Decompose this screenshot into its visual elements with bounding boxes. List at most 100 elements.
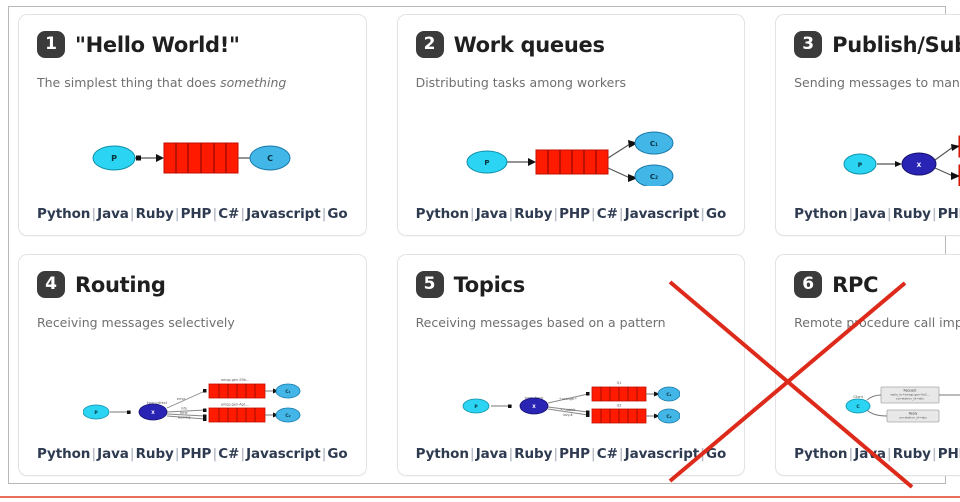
card-title: Routing (75, 272, 166, 297)
language-link-java[interactable]: Java (97, 206, 129, 222)
language-link-javascript[interactable]: Javascript (625, 446, 700, 462)
language-link-python[interactable]: Python (37, 206, 90, 222)
card-title: RPC (832, 272, 879, 297)
card-number-badge: 5 (415, 271, 444, 298)
language-link-csharp[interactable]: C# (597, 446, 618, 462)
language-link-ruby[interactable]: Ruby (893, 206, 931, 222)
bottom-accent-rule (0, 496, 960, 498)
language-link-php[interactable]: PHP (938, 446, 960, 462)
language-link-python[interactable]: Python (416, 206, 469, 222)
language-link-php[interactable]: PHP (559, 206, 590, 222)
language-link-javascript[interactable]: Javascript (246, 446, 321, 462)
tutorial-card-1[interactable]: 1 "Hello World!" The simplest thing that… (18, 14, 367, 236)
card-title: Publish/Subscribe (832, 32, 960, 57)
language-links: Python|Java|Ruby|PHP|C#|Javascript|Go (37, 444, 348, 465)
svg-text:Client: Client (853, 395, 863, 399)
language-link-python[interactable]: Python (794, 446, 847, 462)
svg-text:X: X (152, 410, 156, 416)
language-link-java[interactable]: Java (854, 446, 886, 462)
separator: | (700, 206, 705, 223)
language-links: Python|Java|Ruby|PHP|C#|Javascript|Go (416, 444, 727, 465)
tutorial-card-5[interactable]: 5 Topics Receiving messages based on a p… (396, 254, 746, 476)
language-link-php[interactable]: PHP (181, 206, 212, 222)
card-header: 6 RPC (794, 271, 960, 298)
card-title: Topics (453, 272, 526, 297)
card-description: Distributing tasks among workers (415, 75, 627, 90)
language-link-ruby[interactable]: Ruby (893, 446, 931, 462)
tutorial-card-grid: 1 "Hello World!" The simplest thing that… (8, 6, 960, 484)
svg-text:error: error (180, 411, 188, 415)
separator: | (618, 446, 624, 463)
tutorial-card-3[interactable]: 3 Publish/Subscribe Sending messages to … (775, 14, 960, 236)
card-number-badge: 4 (37, 271, 65, 298)
tutorial-card-6[interactable]: 6 RPC Remote procedure call implementati… (775, 254, 960, 476)
language-links: Python|Java|Ruby|PHP|C#|Javascript|Go (794, 444, 960, 465)
language-link-csharp[interactable]: C# (597, 206, 618, 222)
card-number-badge: 6 (794, 271, 823, 298)
language-links: Python|Java|Ruby|PHP|C#|Javascript|Go (37, 204, 348, 225)
svg-text:*.orange.*: *.orange.* (559, 397, 577, 401)
svg-text:correlation_id=abc: correlation_id=abc (896, 397, 925, 401)
diagram-topics: type=topic *.orange.* *.*.rabbit lazy.# … (416, 354, 727, 442)
separator: | (931, 206, 937, 223)
language-link-javascript[interactable]: Javascript (625, 206, 700, 222)
separator: | (129, 446, 135, 463)
card-number-badge: 3 (794, 31, 823, 58)
language-link-ruby[interactable]: Ruby (514, 446, 552, 462)
separator: | (590, 206, 596, 223)
card-number-badge: 2 (415, 31, 444, 58)
card-description: Sending messages to many consumers at on… (794, 75, 960, 90)
language-link-java[interactable]: Java (854, 206, 886, 222)
language-link-php[interactable]: PHP (938, 206, 960, 222)
svg-text:amqp.gen-S9b...: amqp.gen-S9b... (221, 378, 249, 382)
diagram-publish-subscribe: P X C₁ C₂ (794, 114, 960, 202)
separator: | (469, 206, 475, 223)
card-title: "Hello World!" (75, 32, 240, 57)
language-link-python[interactable]: Python (416, 446, 469, 462)
svg-text:P: P (111, 154, 117, 163)
card-header: 1 "Hello World!" (37, 31, 348, 58)
separator: | (931, 446, 937, 463)
language-link-python[interactable]: Python (37, 446, 90, 462)
tutorial-card-4[interactable]: 4 Routing Receiving messages selectively (18, 254, 367, 476)
language-link-ruby[interactable]: Ruby (136, 446, 174, 462)
svg-text:C₂: C₂ (666, 414, 671, 420)
language-link-php[interactable]: PHP (559, 446, 590, 462)
language-link-java[interactable]: Java (476, 206, 508, 222)
card-description: Receiving messages selectively (37, 315, 235, 330)
card-description-text: The simplest thing that does (37, 75, 221, 90)
separator: | (174, 446, 180, 463)
svg-text:Q1: Q1 (616, 381, 621, 385)
svg-text:warning: warning (178, 416, 191, 420)
svg-text:C₂: C₂ (650, 173, 658, 181)
language-link-ruby[interactable]: Ruby (514, 206, 552, 222)
diagram-hello-world: P C (37, 114, 348, 202)
svg-text:Q2: Q2 (616, 404, 621, 408)
svg-text:C₁: C₁ (650, 140, 658, 148)
diagram-work-queues: P C₁ C₂ (416, 114, 727, 202)
language-link-csharp[interactable]: C# (218, 206, 239, 222)
language-link-javascript[interactable]: Javascript (246, 206, 321, 222)
language-link-go[interactable]: Go (327, 206, 347, 222)
card-description: Remote procedure call implementation (794, 315, 960, 330)
language-link-csharp[interactable]: C# (218, 446, 239, 462)
language-link-go[interactable]: Go (706, 446, 726, 462)
language-link-ruby[interactable]: Ruby (136, 206, 174, 222)
svg-text:lazy.#: lazy.# (563, 413, 573, 417)
separator: | (618, 206, 624, 223)
svg-text:error: error (177, 397, 186, 401)
svg-text:C₁: C₁ (286, 389, 291, 395)
card-header: 3 Publish/Subscribe (794, 31, 960, 58)
svg-text:C₁: C₁ (666, 392, 671, 398)
language-link-java[interactable]: Java (97, 446, 129, 462)
language-link-java[interactable]: Java (476, 446, 508, 462)
language-link-python[interactable]: Python (794, 206, 847, 222)
separator: | (129, 206, 135, 223)
language-link-go[interactable]: Go (327, 446, 347, 462)
tutorial-card-2[interactable]: 2 Work queues Distributing tasks among w… (396, 14, 746, 236)
svg-text:C₂: C₂ (286, 413, 291, 419)
separator: | (700, 446, 705, 463)
svg-text:info: info (181, 407, 187, 411)
language-link-go[interactable]: Go (706, 206, 726, 222)
language-link-php[interactable]: PHP (181, 446, 212, 462)
